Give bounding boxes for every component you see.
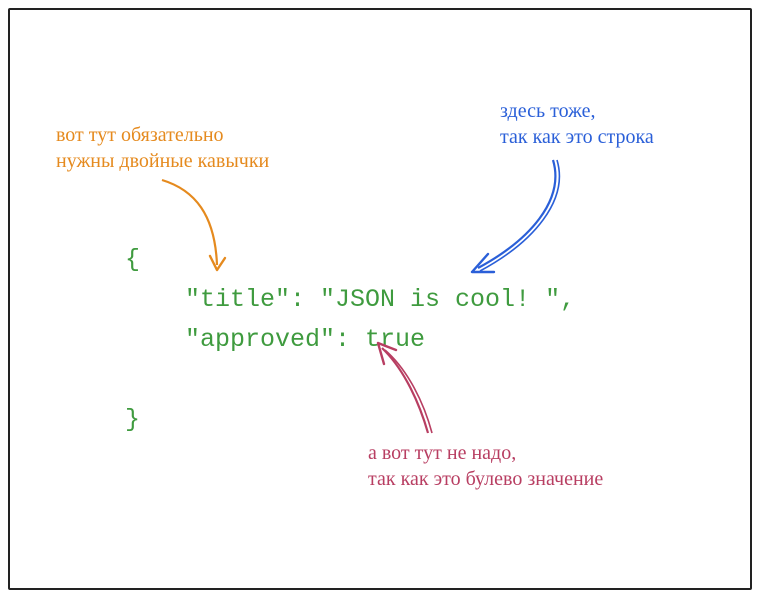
json-code-block: { "title": "JSON is cool! ", "approved":… [125,240,575,440]
code-line-2: "title": "JSON is cool! ", [125,285,575,314]
annotation-blue: здесь тоже, так как это строка [500,98,654,150]
annotation-orange-line2: нужны двойные кавычки [56,150,269,172]
annotation-pink: а вот тут не надо, так как это булево зн… [368,440,603,492]
diagram-frame: вот тут обязательно нужны двойные кавычк… [8,8,752,590]
annotation-orange-line1: вот тут обязательно [56,124,224,146]
code-line-1: { [125,245,140,274]
annotation-blue-line1: здесь тоже, [500,100,596,122]
annotation-blue-line2: так как это строка [500,126,654,148]
annotation-pink-line1: а вот тут не надо, [368,442,516,464]
code-line-5: } [125,405,140,434]
annotation-pink-line2: так как это булево значение [368,468,603,490]
annotation-orange: вот тут обязательно нужны двойные кавычк… [56,122,269,174]
code-line-3: "approved": true [125,325,425,354]
